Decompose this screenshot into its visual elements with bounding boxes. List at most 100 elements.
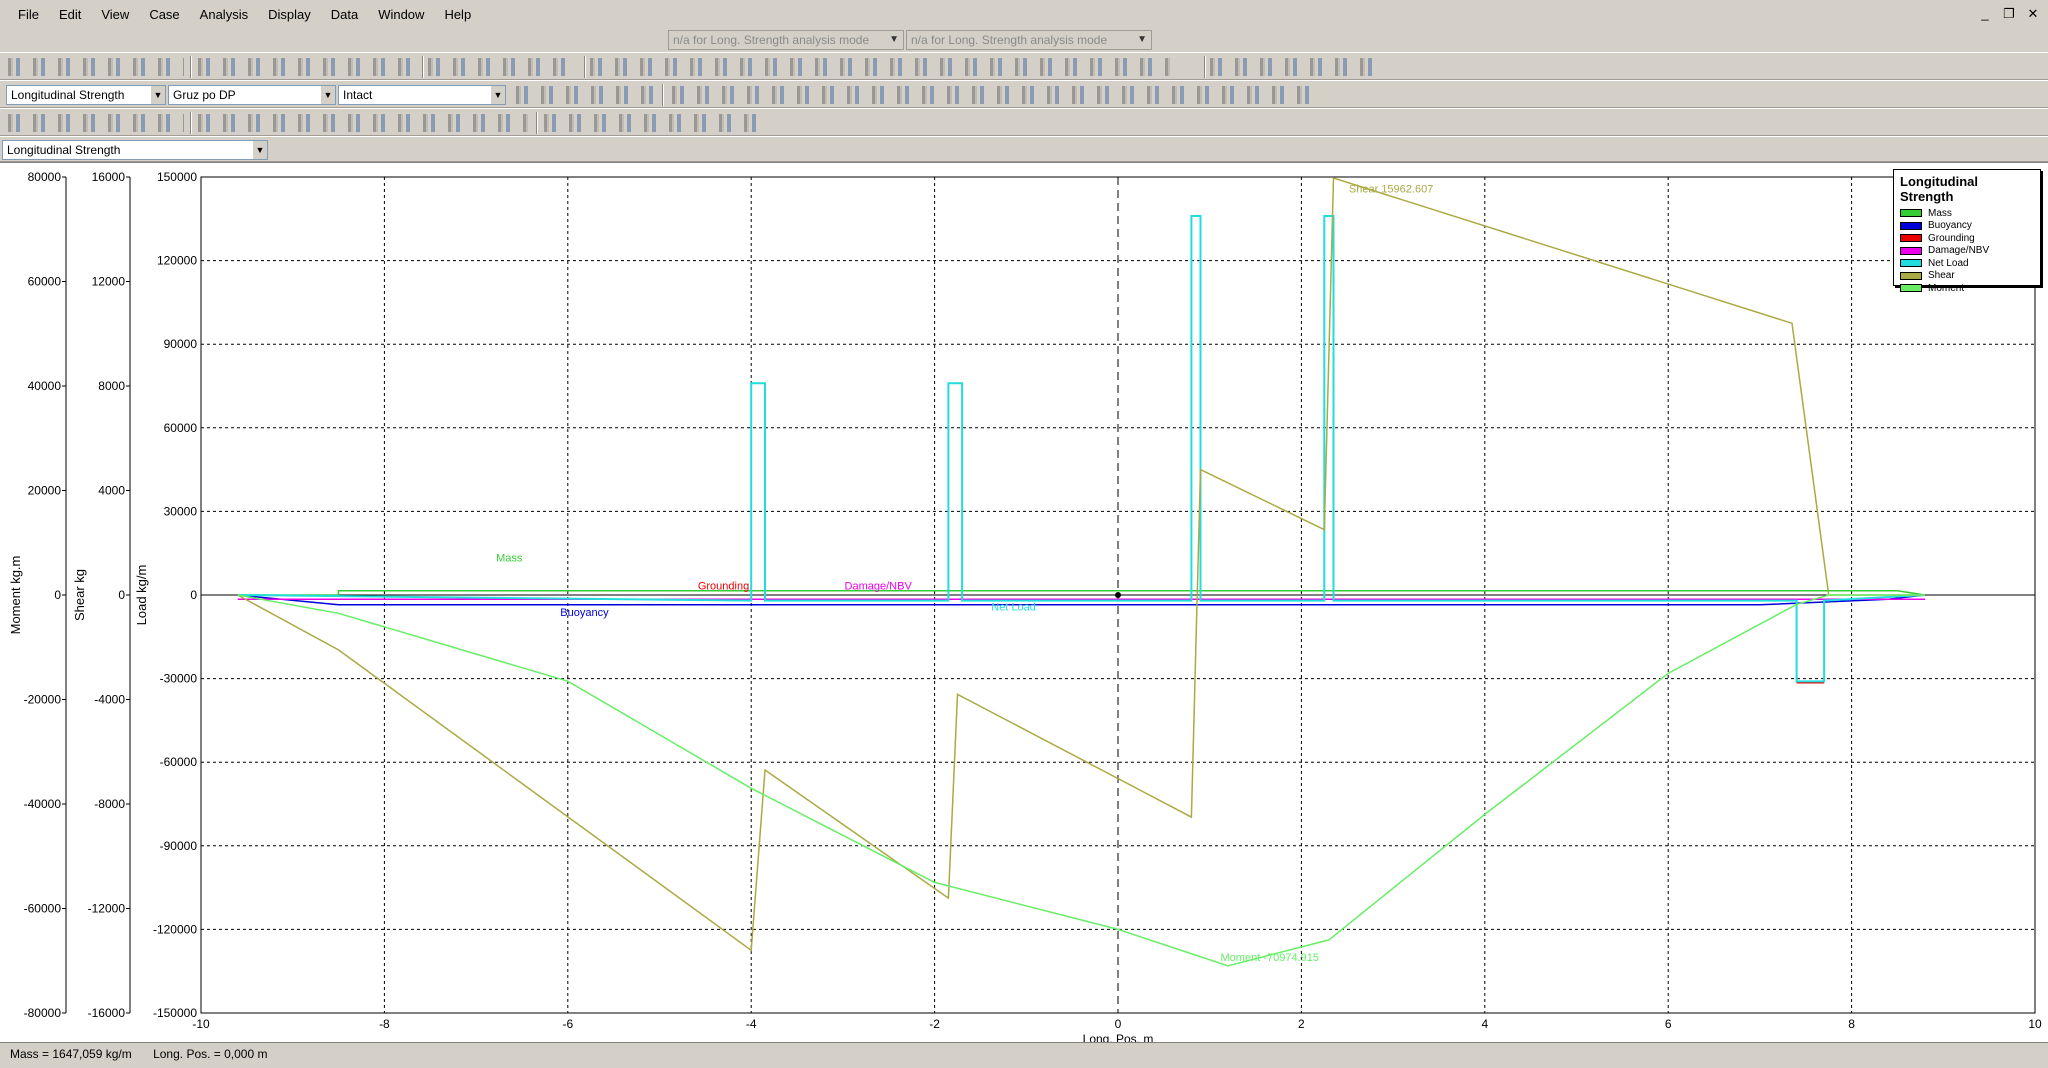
edit-toolbar-icons[interactable]	[198, 58, 418, 76]
menu-data[interactable]: Data	[321, 0, 368, 30]
menu-window[interactable]: Window	[368, 0, 434, 30]
toolbar-separator	[190, 112, 192, 134]
legend-item-shear: Shear	[1900, 270, 2034, 283]
load-tick-label: -120000	[153, 922, 197, 936]
status-long-pos: Long. Pos. = 0,000 m	[153, 1047, 268, 1061]
toolbar-separator	[190, 56, 192, 78]
shear-tick-label: -12000	[88, 902, 126, 916]
marker-toolbar-icons[interactable]	[8, 114, 184, 132]
legend-label: Net Load	[1928, 257, 1969, 269]
analysis-mode-combo-1-text: n/a for Long. Strength analysis mode	[673, 33, 870, 47]
case-toolbar: Longitudinal Strength ▼ Gruz po DP ▼ Intac…	[0, 80, 2048, 108]
chart-annotations: Mass Grounding Damage/NBV Buoyancy Net Load S…	[496, 184, 1433, 964]
x-tick-label: -4	[746, 1017, 757, 1031]
annotation-label: Moment -70974.915	[1221, 952, 1319, 964]
legend-item-grounding: Grounding	[1900, 232, 2034, 245]
x-tick-label: -6	[562, 1017, 573, 1031]
load-tick-label: -150000	[153, 1006, 197, 1020]
load-tick-label: 120000	[157, 254, 197, 268]
moment-tick-label: 80000	[28, 170, 62, 184]
menu-file[interactable]: File	[8, 0, 49, 30]
run-toolbar-icons[interactable]	[516, 86, 656, 104]
legend-item-mass: Mass	[1900, 207, 2034, 220]
loadcase-select[interactable]: Gruz po DP ▼	[168, 85, 336, 105]
graph-select[interactable]: Longitudinal Strength ▼	[2, 140, 268, 160]
damage-case-value: Intact	[343, 88, 373, 102]
annotation-label: Grounding	[698, 580, 749, 592]
load-tick-label: -90000	[160, 839, 198, 853]
tank-toolbar-icons[interactable]	[672, 86, 1322, 104]
chart-svg: -10 -8 -6 -4 -2 0 2 4 6 8 10Long. Pos. m1500001200…	[8, 170, 2042, 1043]
menu-view[interactable]: View	[91, 0, 139, 30]
legend-item-net-load: Net Load	[1900, 257, 2034, 270]
load-tick-label: 90000	[164, 337, 198, 351]
toolbar-separator	[422, 56, 424, 78]
display-toolbar-icons[interactable]	[1210, 58, 1380, 76]
legend-items: Mass Buoyancy Grounding Damage/NBV Net Load S…	[1900, 207, 2034, 295]
legend-swatch	[1900, 221, 1922, 230]
load-tick-label: 150000	[157, 170, 197, 184]
shape-toolbar	[0, 108, 2048, 136]
graph-toolbar: Longitudinal Strength ▼	[0, 136, 2048, 162]
annotation-label: Shear 15962.607	[1349, 184, 1433, 196]
analysis-mode-combo-2: n/a for Long. Strength analysis mode ▼	[906, 30, 1152, 50]
shear-tick-label: 8000	[98, 379, 125, 393]
load-tick-label: -30000	[160, 672, 198, 686]
menu-help[interactable]: Help	[434, 0, 481, 30]
legend-item-moment: Moment	[1900, 282, 2034, 295]
legend-label: Buoyancy	[1928, 220, 1972, 232]
load-tick-label: 0	[190, 588, 197, 602]
zoom-toolbar-icons[interactable]	[428, 58, 578, 76]
restore-icon[interactable]: ❐	[2000, 6, 2018, 22]
minimize-icon[interactable]: _	[1976, 6, 1994, 22]
moment-tick-label: -80000	[24, 1006, 62, 1020]
chevron-down-icon: ▼	[321, 86, 335, 104]
series-line-mass	[237, 590, 1926, 596]
annotation-label: Damage/NBV	[845, 580, 913, 592]
legend-label: Mass	[1928, 207, 1952, 219]
legend-label: Shear	[1928, 270, 1955, 282]
legend-title: Longitudinal Strength	[1900, 174, 1978, 204]
app-window: File Edit View Case Analysis Display Dat…	[0, 0, 2048, 1068]
damage-case-select[interactable]: Intact ▼	[338, 85, 506, 105]
main-toolbar	[0, 52, 2048, 80]
series-line-moment	[237, 594, 1925, 967]
menu-edit[interactable]: Edit	[49, 0, 91, 30]
moment-axis-label: Moment kg.m	[8, 556, 23, 635]
menu-analysis[interactable]: Analysis	[190, 0, 258, 30]
annotation-label: Buoyancy	[560, 607, 609, 619]
file-toolbar-icons[interactable]	[8, 58, 184, 76]
shear-tick-label: -4000	[94, 693, 125, 707]
load-tick-label: -60000	[160, 755, 198, 769]
load-tick-label: 30000	[164, 504, 198, 518]
shear-tick-label: 12000	[92, 275, 126, 289]
compartment-toolbar-icons[interactable]	[198, 114, 528, 132]
window-controls: _ ❐ ✕	[1976, 6, 2042, 22]
shear-tick-label: 0	[118, 588, 125, 602]
chevron-down-icon: ▼	[491, 86, 505, 104]
x-tick-label: 4	[1481, 1017, 1488, 1031]
menu-case[interactable]: Case	[139, 0, 189, 30]
x-tick-label: 2	[1298, 1017, 1305, 1031]
menu-display[interactable]: Display	[258, 0, 321, 30]
status-mass: Mass = 1647,059 kg/m	[10, 1047, 132, 1061]
longitudinal-strength-plot[interactable]: -10 -8 -6 -4 -2 0 2 4 6 8 10 Long. Pos. m 150000 1200…	[0, 162, 2048, 1043]
moment-tick-label: 40000	[28, 379, 62, 393]
moment-tick-label: 60000	[28, 275, 62, 289]
graph-select-value: Longitudinal Strength	[7, 143, 121, 157]
x-tick-label: 10	[2028, 1017, 2042, 1031]
view-toolbar-icons[interactable]	[590, 58, 1170, 76]
x-tick-label: 6	[1665, 1017, 1672, 1031]
toolbar-separator	[1204, 56, 1206, 78]
tools-toolbar-icons[interactable]	[544, 114, 762, 132]
chevron-down-icon: ▼	[253, 141, 267, 159]
x-tick-label: 8	[1848, 1017, 1855, 1031]
series-line-shear	[237, 176, 1925, 952]
analysis-type-select[interactable]: Longitudinal Strength ▼	[6, 85, 166, 105]
moment-tick-label: 20000	[28, 484, 62, 498]
shear-tick-label: 16000	[92, 170, 126, 184]
close-icon[interactable]: ✕	[2024, 6, 2042, 22]
shear-tick-label: 4000	[98, 484, 125, 498]
legend-swatch	[1900, 234, 1922, 243]
shear-tick-label: -8000	[94, 797, 125, 811]
